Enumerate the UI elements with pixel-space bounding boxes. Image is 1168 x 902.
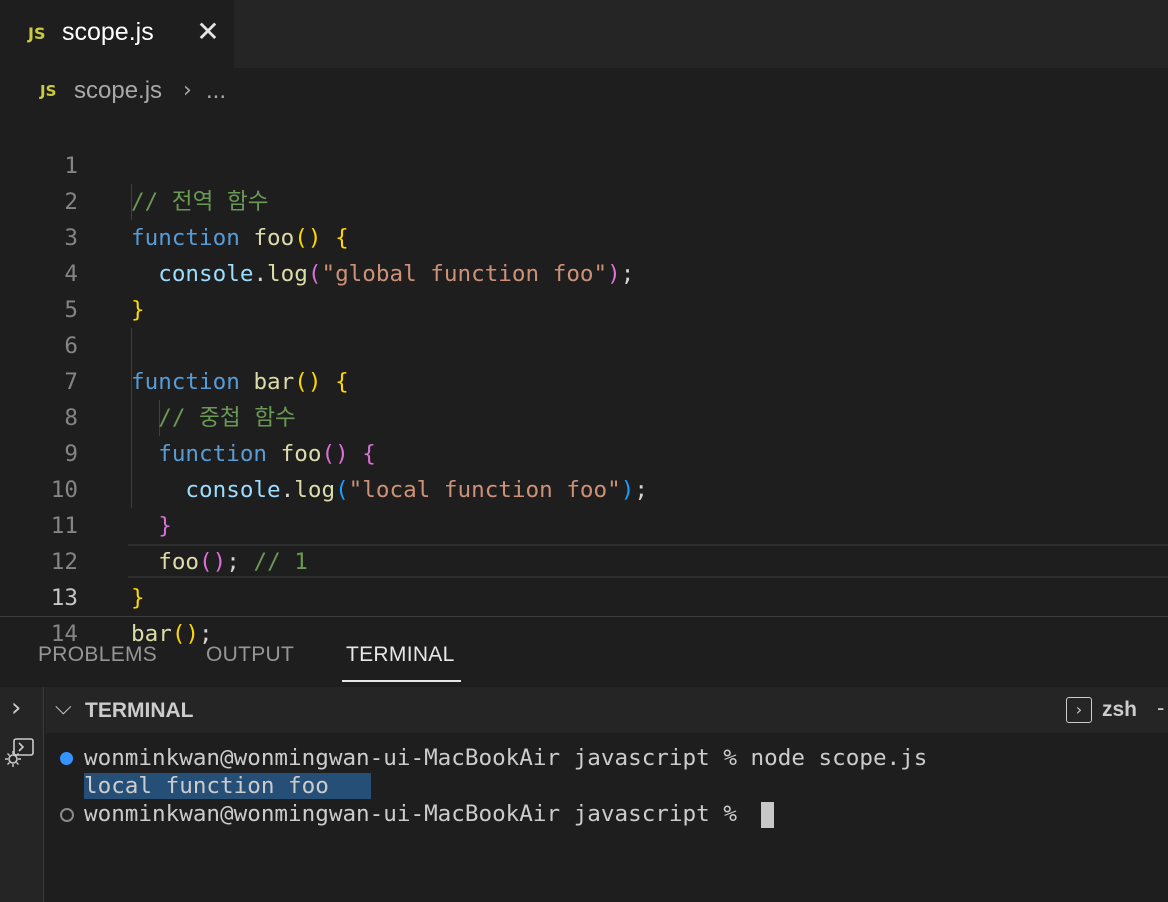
close-icon[interactable]: ✕ (194, 16, 222, 48)
code-line: 3 console.log("global function foo"); (0, 184, 1168, 287)
javascript-file-icon: JS (28, 24, 46, 43)
code-line: 12 } (0, 508, 1168, 611)
code-line: 11 foo(); // 1 (0, 472, 1168, 575)
tab-title: scope.js (62, 18, 154, 46)
breadcrumb-symbols[interactable]: ... (206, 77, 226, 105)
terminal-line-selected: local function foo (84, 772, 371, 800)
terminal-output[interactable]: wonminkwan@wonmingwan-ui-MacBookAir java… (45, 733, 1168, 902)
more-actions-icon[interactable]: - (1157, 695, 1164, 721)
editor-tab-bar: JS scope.js ✕ (0, 0, 1168, 68)
terminal-selection: local function foo (84, 773, 371, 799)
code-line: 8 function foo() { (0, 364, 1168, 467)
tab-scope-js[interactable]: JS scope.js ✕ (0, 0, 234, 68)
tab-problems[interactable]: PROBLEMS (38, 643, 157, 667)
terminal-header: ⌵ TERMINAL › zsh - (45, 687, 1168, 733)
tab-terminal[interactable]: TERMINAL (346, 643, 455, 667)
code-line: 10 } (0, 436, 1168, 539)
terminal-section-title: TERMINAL (85, 699, 194, 722)
command-pending-icon[interactable] (60, 808, 74, 822)
code-line: 6 function bar() { (0, 292, 1168, 395)
code-editor[interactable]: 1 // 전역 함수 2 function foo() { 3 console.… (0, 112, 1168, 647)
chevron-right-icon: › (183, 78, 192, 103)
chevron-down-icon[interactable]: ⌵ (55, 695, 72, 720)
debug-console-icon[interactable] (5, 737, 35, 767)
chevron-right-icon[interactable]: › (11, 693, 21, 723)
code-line: 14 (0, 580, 1168, 647)
terminal-prompt-line: wonminkwan@wonmingwan-ui-MacBookAir java… (84, 800, 774, 828)
terminal-line: wonminkwan@wonmingwan-ui-MacBookAir java… (84, 745, 928, 771)
panel-activity-strip: › (0, 687, 44, 902)
code-line: 1 // 전역 함수 (0, 112, 1168, 215)
panel-tab-bar: PROBLEMS OUTPUT TERMINAL (0, 617, 1168, 687)
code-line: 5 (0, 256, 1168, 323)
active-tab-indicator (342, 680, 461, 682)
terminal-cursor (760, 801, 774, 828)
terminal-shell-name[interactable]: zsh (1102, 698, 1137, 722)
code-line-active: 13 bar(); (0, 544, 1168, 647)
code-line: 4 } (0, 220, 1168, 323)
code-line: 9 console.log("local function foo"); (0, 400, 1168, 503)
code-line: 7 // 중첩 함수 (0, 328, 1168, 431)
terminal-prompt: wonminkwan@wonmingwan-ui-MacBookAir java… (84, 801, 751, 827)
breadcrumb: JS scope.js › ... (0, 68, 1168, 112)
tab-output[interactable]: OUTPUT (206, 643, 294, 667)
breadcrumb-file[interactable]: scope.js (74, 77, 162, 105)
terminal-icon: › (1066, 697, 1092, 723)
command-success-icon[interactable] (60, 752, 73, 765)
code-line: 2 function foo() { (0, 148, 1168, 251)
javascript-file-icon: JS (40, 82, 57, 100)
